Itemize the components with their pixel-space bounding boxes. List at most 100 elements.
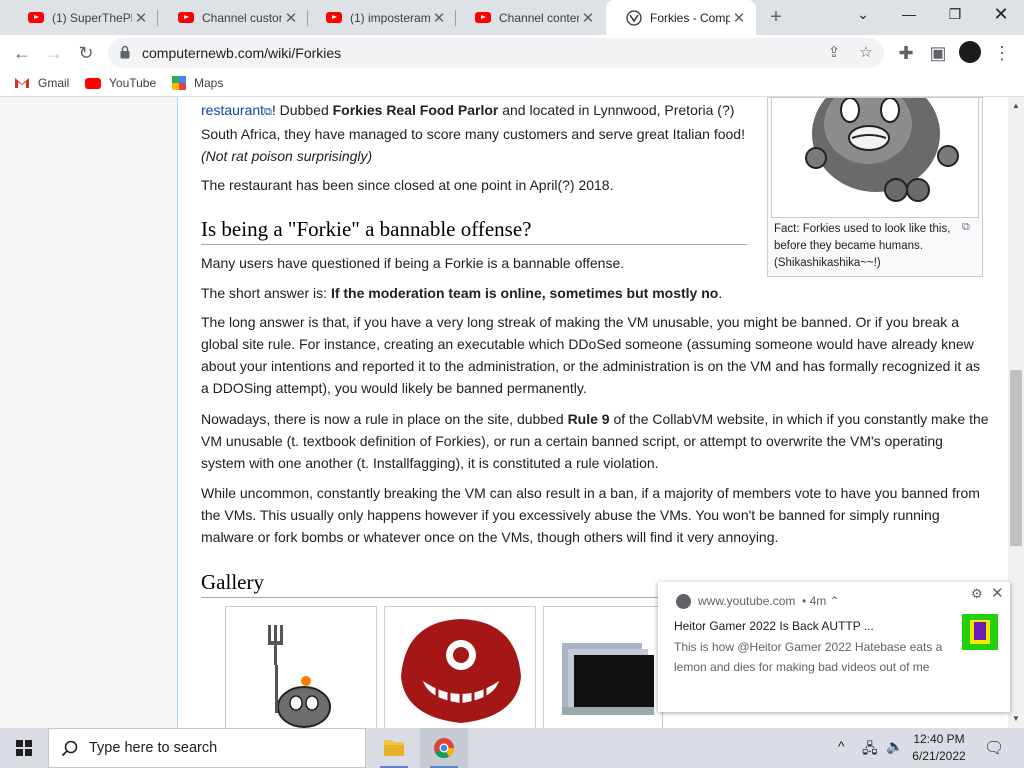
bookmark-star-icon[interactable]: ☆ <box>854 41 878 65</box>
scroll-up-icon[interactable]: ▲ <box>1012 101 1020 110</box>
scroll-down-icon[interactable]: ▼ <box>1012 714 1020 723</box>
gallery-image-2[interactable] <box>384 606 536 736</box>
enlarge-icon[interactable]: ⧉ <box>962 221 970 234</box>
forkie-image[interactable] <box>771 98 979 218</box>
gallery-image-1[interactable] <box>225 606 377 736</box>
external-link-icon: ⧉ <box>264 106 272 118</box>
notification-source: www.youtube.com • 4m ⌃ <box>698 594 840 608</box>
clock-date: 6/21/2022 <box>912 749 966 763</box>
wiki-icon <box>626 9 642 26</box>
bookmark-label: Gmail <box>38 76 70 90</box>
chrome-icon <box>434 738 455 759</box>
bookmark-maps[interactable]: Maps <box>172 76 223 90</box>
text: . <box>718 285 723 301</box>
search-icon <box>61 740 78 757</box>
scroll-thumb[interactable] <box>1010 370 1022 546</box>
bookmark-youtube[interactable]: YouTube <box>85 76 156 90</box>
settings-gear-icon[interactable]: ⚙ <box>971 586 983 602</box>
url-text[interactable]: computernewb.com/wiki/Forkies <box>142 45 341 61</box>
close-window-button[interactable]: ✕ <box>978 0 1024 30</box>
profile-avatar[interactable] <box>959 41 981 63</box>
folder-icon <box>384 740 404 756</box>
notifications-icon[interactable]: 🗨 <box>984 738 1004 758</box>
tab-forkies-wiki[interactable]: Forkies - Computernewb Wiki ✕ <box>606 0 756 35</box>
bookmarks-bar: Gmail YouTube Maps <box>0 71 1024 97</box>
paragraph-many-users: Many users have questioned if being a Fo… <box>201 255 625 271</box>
chrome-globe-icon <box>676 594 691 609</box>
tab-youtube-1[interactable]: (1) SuperThePhone ✕ <box>8 0 158 35</box>
address-bar[interactable]: computernewb.com/wiki/Forkies ⇪ ☆ <box>108 38 884 68</box>
chevron-up-icon[interactable]: ⌃ <box>830 594 840 608</box>
youtube-icon <box>178 12 194 23</box>
screenshot-cascade-image <box>562 643 654 715</box>
notification-body: This is how @Heitor Gamer 2022 Hatebase … <box>674 640 943 674</box>
heading-gallery: Gallery <box>201 570 264 594</box>
tab-search-icon[interactable]: ⌄ <box>840 0 886 30</box>
restaurant-link[interactable]: restaurant⧉ <box>201 102 272 118</box>
forward-button[interactable]: → <box>40 39 68 67</box>
gallery-image-3[interactable] <box>543 606 663 736</box>
menu-icon[interactable]: ⋮ <box>988 39 1016 67</box>
lock-icon[interactable] <box>120 45 130 59</box>
chrome-taskbar-button[interactable] <box>420 728 468 768</box>
minimize-button[interactable]: — <box>886 0 932 30</box>
tab-strip: (1) SuperThePhone ✕ Channel customizatio… <box>0 0 1024 35</box>
italic-note: (Not rat poison surprisingly) <box>201 148 373 164</box>
back-button[interactable]: ← <box>8 39 36 67</box>
file-explorer-taskbar-button[interactable] <box>370 728 418 768</box>
youtube-icon <box>85 77 101 89</box>
tab-title: (1) SuperThePhone <box>52 10 132 25</box>
restaurant-name: Forkies Real Food Parlor <box>332 102 499 118</box>
close-icon[interactable]: ✕ <box>132 9 150 27</box>
thumbnail-caption: Fact: Forkies used to look like this, be… <box>774 223 951 269</box>
new-tab-button[interactable]: + <box>764 6 788 30</box>
notification-thumbnail <box>962 614 998 650</box>
close-icon[interactable]: ✕ <box>991 584 1004 602</box>
thumbnail-figure: Fact: Forkies used to look like this, be… <box>767 97 983 277</box>
restore-button[interactable]: ❐ <box>932 0 978 30</box>
tab-title: Forkies - Computernewb Wiki <box>650 10 730 25</box>
tab-title: (1) imposteramongus <box>350 10 430 25</box>
system-clock[interactable]: 12:40 PM 6/21/2022 <box>900 731 978 765</box>
avatar-thumbnail <box>962 614 998 650</box>
close-icon[interactable]: ✕ <box>282 9 300 27</box>
tab-youtube-2[interactable]: Channel customization ✕ <box>158 0 308 35</box>
extensions-icon[interactable]: ✚ <box>892 39 920 67</box>
side-panel-icon[interactable]: ▣ <box>924 39 952 67</box>
paragraph-closed: The restaurant has been since closed at … <box>201 177 614 193</box>
gmail-icon <box>15 78 29 88</box>
bookmark-label: Maps <box>194 76 224 90</box>
browser-toolbar: ← → ↻ computernewb.com/wiki/Forkies ⇪ ☆ … <box>0 35 1024 71</box>
youtube-icon <box>326 12 342 23</box>
close-icon[interactable]: ✕ <box>430 9 448 27</box>
show-hidden-icons-icon[interactable]: ^ <box>838 738 845 754</box>
close-icon[interactable]: ✕ <box>579 9 597 27</box>
close-icon[interactable]: ✕ <box>730 9 748 27</box>
reload-button[interactable]: ↻ <box>72 39 100 67</box>
tab-youtube-4[interactable]: Channel content ✕ <box>455 0 605 35</box>
paragraph-restaurant: restaurant⧉! Dubbed Forkies Real Food Pa… <box>201 99 751 167</box>
paragraph-uncommon: While uncommon, constantly breaking the … <box>201 485 980 545</box>
text: Nowadays, there is now a rule in place o… <box>201 411 568 427</box>
clock-time: 12:40 PM <box>913 732 965 746</box>
heading-bannable: Is being a "Forkie" a bannable offense? <box>201 217 532 241</box>
tab-youtube-3[interactable]: (1) imposteramongus ✕ <box>306 0 456 35</box>
notification-time: 4m <box>809 594 827 608</box>
page-scrollbar[interactable]: ▲ ▼ <box>1008 97 1024 728</box>
notification-title: Heitor Gamer 2022 Is Back AUTTP ... <box>674 619 874 633</box>
taskbar-search[interactable]: Type here to search <box>48 728 366 768</box>
share-icon[interactable]: ⇪ <box>822 41 846 65</box>
network-icon[interactable]: 🖧 <box>862 738 878 762</box>
youtube-icon <box>475 12 491 23</box>
red-emblem-image <box>401 619 521 723</box>
windows-taskbar: Type here to search ^ 🖧 🔈 12:40 PM 6/21/… <box>0 728 1024 768</box>
windows-logo-icon <box>16 740 32 756</box>
tab-title: Channel content <box>499 10 579 25</box>
text: and located in Lynnwood, Pretoria (?) <box>498 102 735 118</box>
start-button[interactable] <box>0 728 48 768</box>
text: South Africa, they have managed to score… <box>201 126 745 142</box>
bookmark-gmail[interactable]: Gmail <box>14 76 69 90</box>
chrome-notification[interactable]: www.youtube.com • 4m ⌃ ⚙ ✕ Heitor Gamer … <box>658 582 1010 712</box>
text: ! Dubbed <box>271 102 333 118</box>
paragraph-rule-9: Nowadays, there is now a rule in place o… <box>201 408 991 474</box>
